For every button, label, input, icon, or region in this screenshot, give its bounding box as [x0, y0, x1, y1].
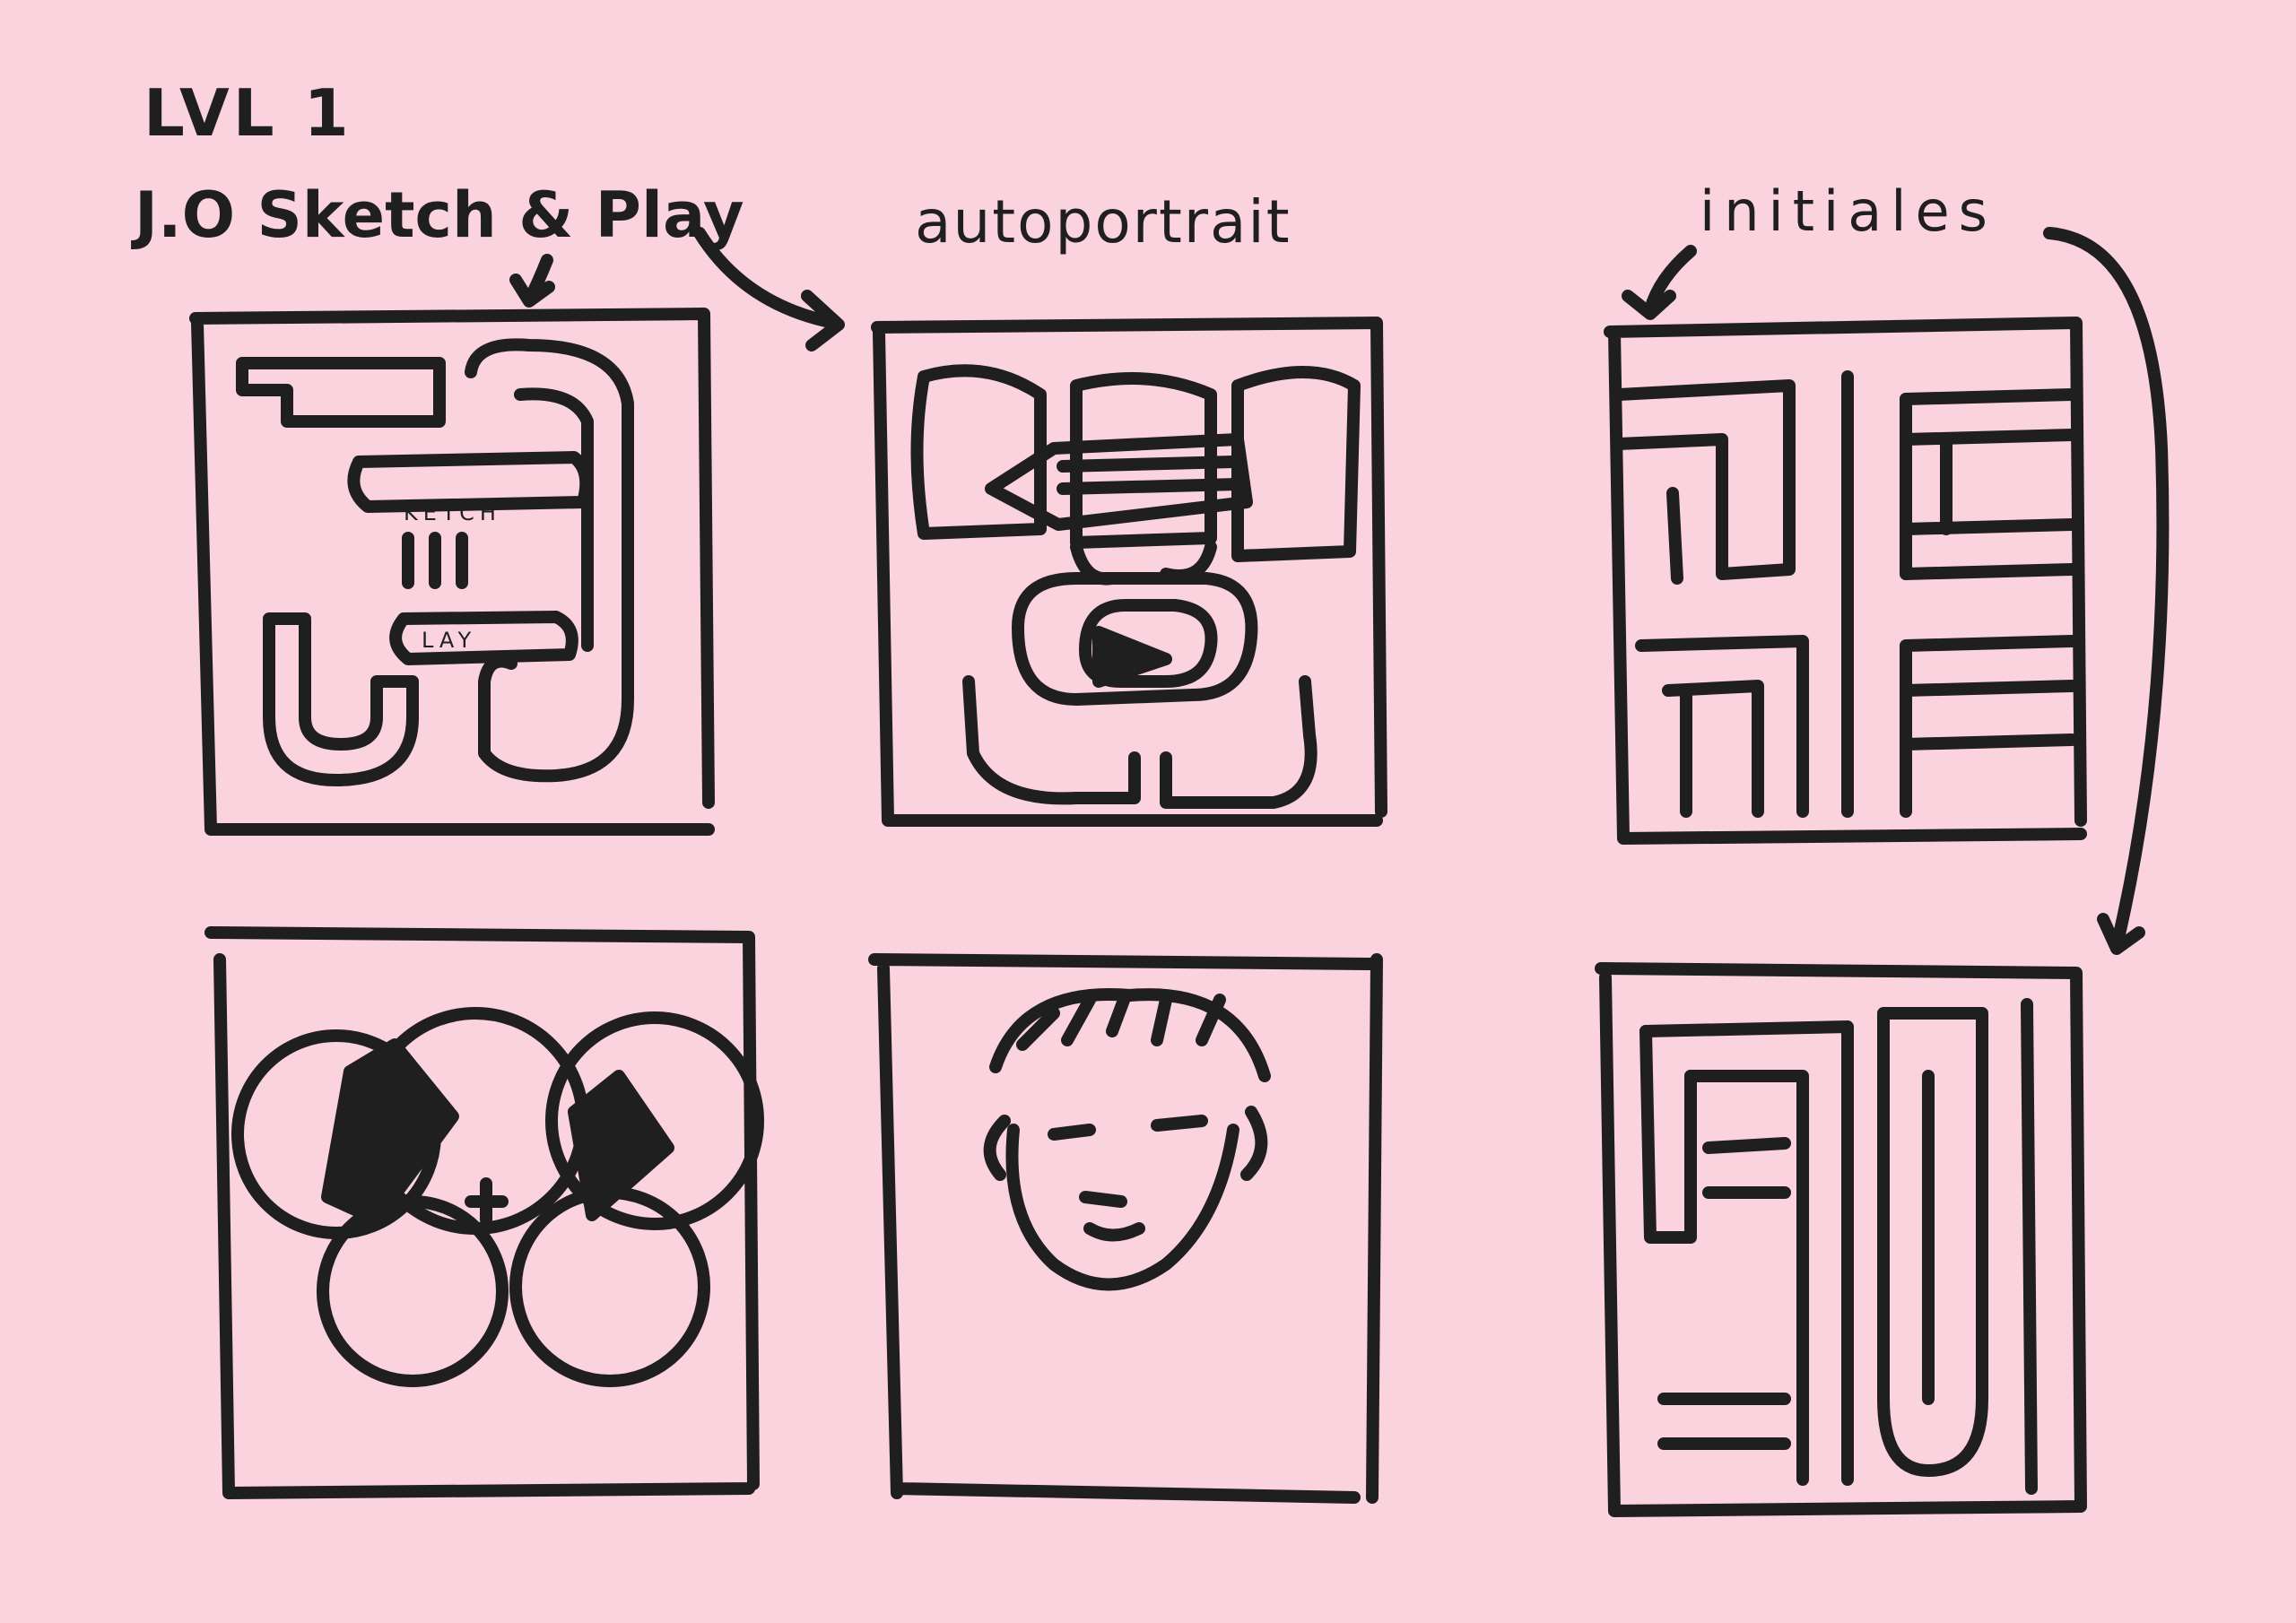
sketch-self-portrait [868, 953, 1383, 1504]
sketch-drawing: KETCH LAY [189, 227, 2170, 1517]
sketch-sheet: LVL 1 J.O Sketch & Play autoportrait ini… [0, 0, 2296, 1623]
arrow-to-sketch-3 [1622, 245, 1697, 320]
sketch-logo-olympic [204, 926, 764, 1499]
sketch-logo-js [189, 308, 715, 836]
sketch-logo-initials [1604, 317, 2087, 845]
sketch-logo-initials-2 [1595, 962, 2087, 1517]
sketch-logo-portrait [871, 317, 1387, 827]
arrow-to-sketch-1 [509, 254, 555, 308]
arrow-title-to-autoportrait [693, 227, 845, 352]
ketch-text: KETCH [404, 500, 501, 525]
arrow-initiales-to-sketch-6 [2043, 227, 2170, 955]
lay-text: LAY [422, 628, 476, 653]
